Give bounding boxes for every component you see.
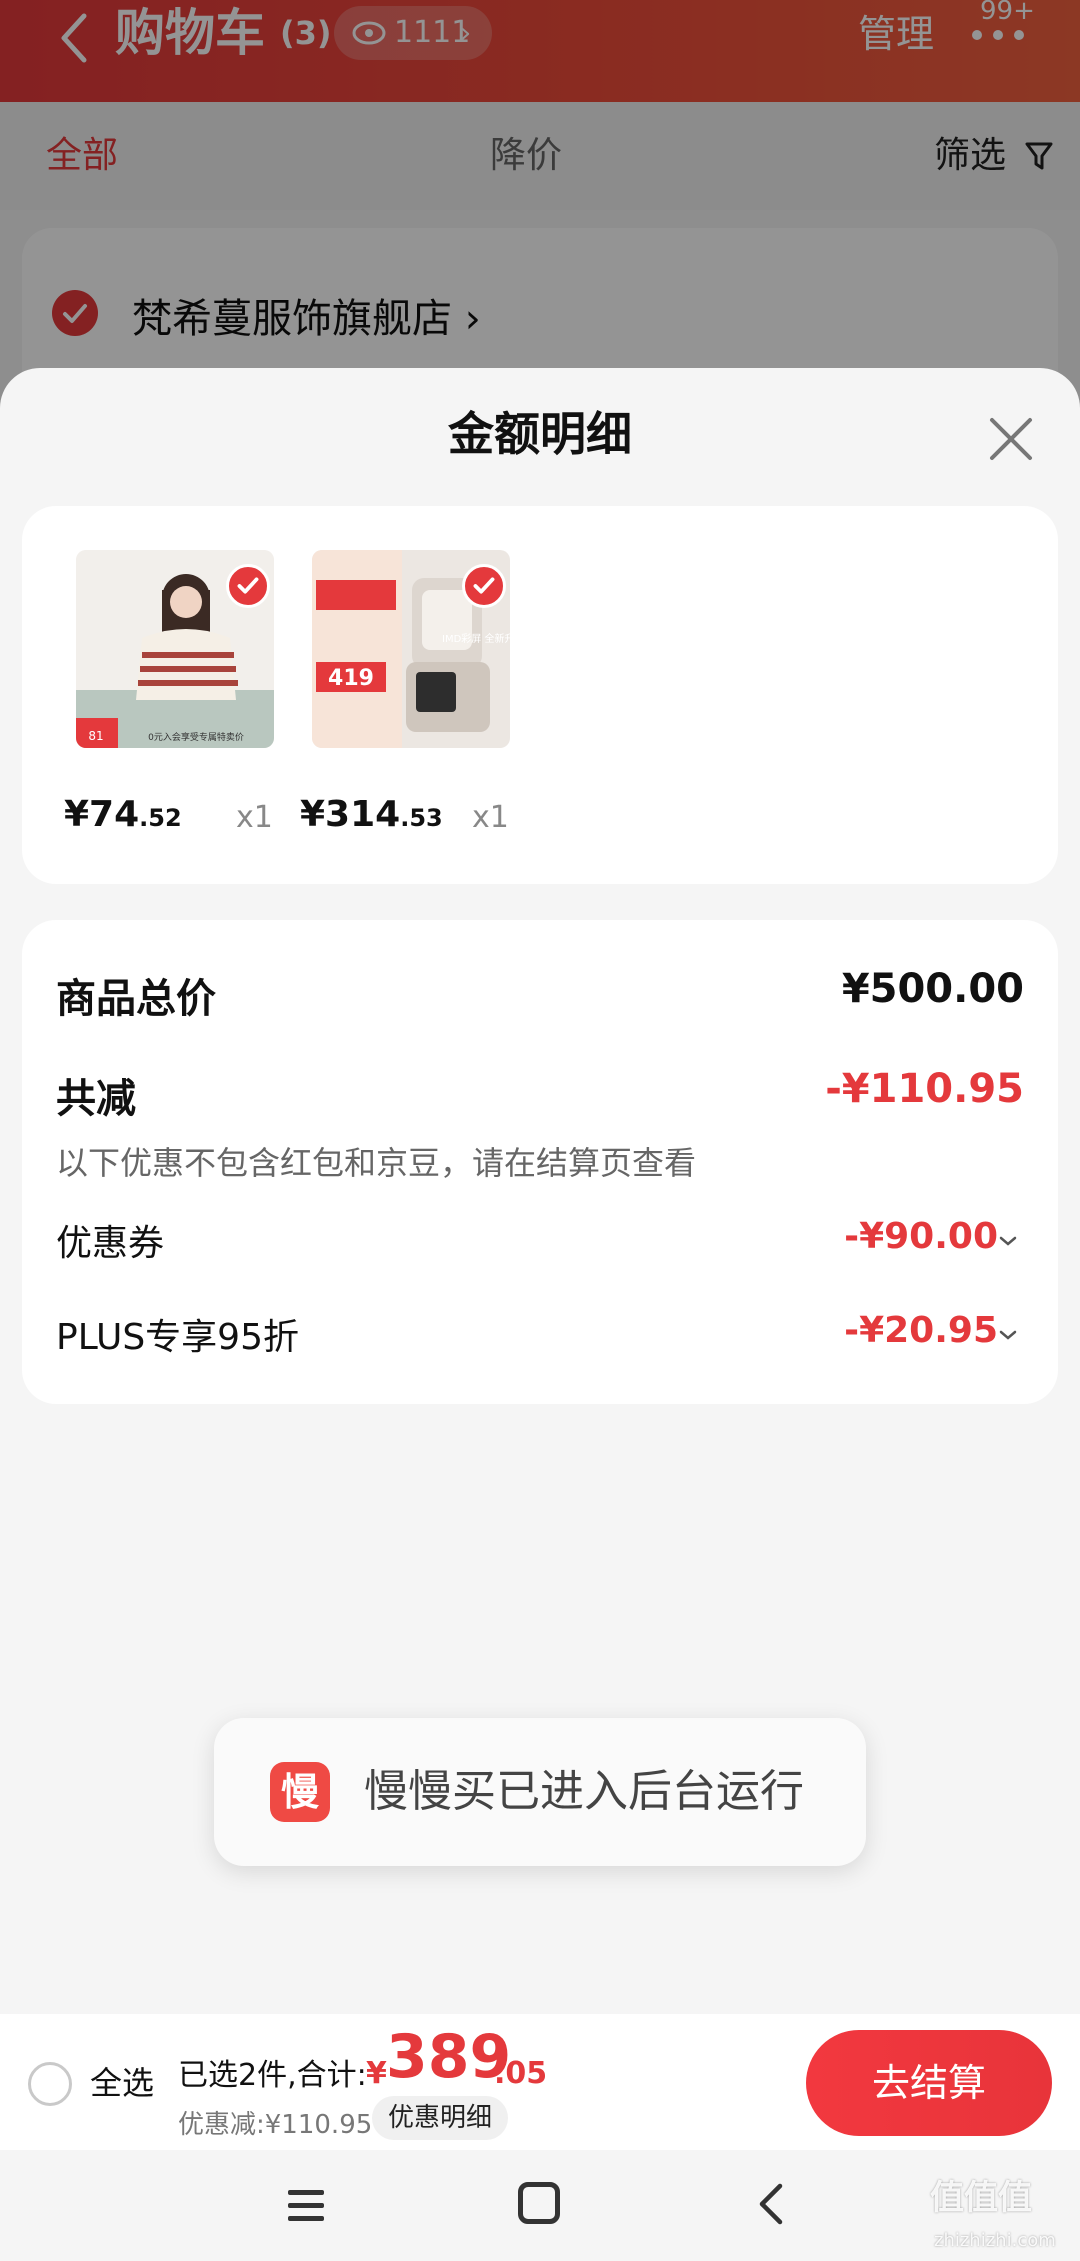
discount-detail-button[interactable]: 优惠明细: [372, 2096, 509, 2140]
product-quantity: x1: [236, 800, 273, 835]
total-amount-decimal: .05: [494, 2056, 548, 2091]
plus-discount-label: PLUS专享95折: [56, 1317, 299, 1358]
price-summary-card: 商品总价 ¥500.00 共减 -¥110.95 以下优惠不包含红包和京豆，请在…: [22, 920, 1058, 1404]
svg-text:419: 419: [328, 666, 374, 691]
coupon-label: 优惠券: [56, 1223, 165, 1264]
chevron-down-icon[interactable]: [998, 1234, 1018, 1248]
goods-total-value: ¥500.00: [841, 966, 1024, 1012]
discount-note: 以下优惠不包含红包和京豆，请在结算页查看: [56, 1144, 697, 1182]
coupon-value[interactable]: -¥90.00: [844, 1216, 998, 1257]
selected-products-card: 81 0元入会享受专属特卖价 ¥74.52 x1 419 IMD彩屏 全新升 ¥…: [22, 506, 1058, 884]
checkout-button[interactable]: 去结算: [806, 2030, 1052, 2136]
total-reduce-label: 共减: [56, 1076, 136, 1122]
chevron-down-icon[interactable]: [998, 1328, 1018, 1342]
product-quantity: x1: [472, 800, 509, 835]
watermark-url: zhizhizhi.com: [934, 2230, 1056, 2251]
home-icon[interactable]: [518, 2182, 560, 2224]
selected-summary: 已选2件,合计:: [178, 2058, 367, 2093]
plus-discount-value[interactable]: -¥20.95: [844, 1310, 998, 1351]
svg-text:IMD彩屏 全新升级: IMD彩屏 全新升级: [442, 632, 510, 645]
amount-detail-sheet: 金额明细 81 0元入会享受专属特卖价 ¥74.52 x1 419 IMD彩屏 …: [0, 368, 1080, 2261]
check-circle-icon[interactable]: [462, 564, 506, 608]
select-all-radio[interactable]: [28, 2062, 72, 2106]
goods-total-label: 商品总价: [56, 976, 216, 1022]
total-currency: ¥: [366, 2056, 387, 2091]
manmanmai-app-icon: 慢: [270, 1762, 330, 1822]
check-circle-icon[interactable]: [226, 564, 270, 608]
total-reduce-value: -¥110.95: [825, 1066, 1024, 1112]
toast-message: 慢慢买已进入后台运行: [364, 1766, 804, 1817]
back-icon[interactable]: [756, 2180, 786, 2228]
svg-text:0元入会享受专属特卖价: 0元入会享受专属特卖价: [148, 731, 244, 743]
watermark-logo: 值值值: [930, 2178, 1032, 2218]
select-all-label[interactable]: 全选: [90, 2058, 154, 2104]
product-price: ¥74.52: [64, 794, 182, 835]
system-navigation-bar: [0, 2150, 1080, 2261]
recent-apps-icon[interactable]: [284, 2186, 328, 2226]
svg-text:81: 81: [88, 729, 103, 743]
discount-total: 优惠减:¥110.95: [178, 2110, 373, 2140]
total-amount-integer: 389: [386, 2022, 512, 2092]
close-icon[interactable]: [986, 414, 1036, 464]
background-run-toast: 慢 慢慢买已进入后台运行: [214, 1718, 866, 1866]
sheet-title: 金额明细: [448, 407, 632, 461]
product-price: ¥314.53: [300, 794, 443, 835]
checkout-bar: 全选 已选2件,合计: ¥ 389 .05 优惠减:¥110.95 优惠明细 去…: [0, 2014, 1080, 2150]
